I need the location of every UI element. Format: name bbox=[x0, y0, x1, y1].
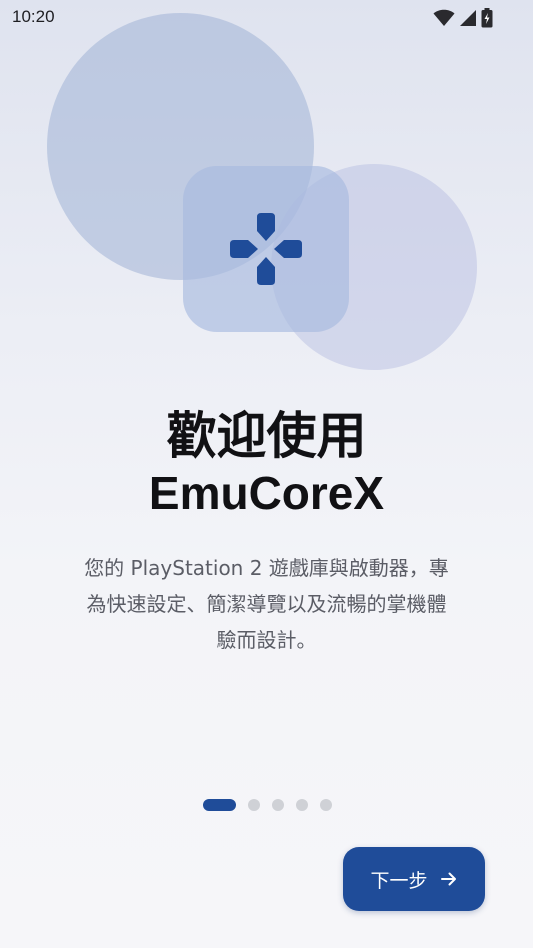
page-indicator bbox=[203, 799, 332, 811]
description-line: 驗而設計。 bbox=[216, 628, 317, 652]
page-dot bbox=[320, 799, 332, 811]
page-dot bbox=[296, 799, 308, 811]
description-line: 為快速設定、簡潔導覽以及流暢的掌機體 bbox=[86, 592, 447, 616]
hero-illustration bbox=[0, 0, 533, 380]
app-name-title: EmuCoreX bbox=[148, 467, 385, 519]
page-dot bbox=[272, 799, 284, 811]
page-dot-active bbox=[203, 799, 236, 811]
description-line: 您的 PlayStation 2 遊戲庫與啟動器，專 bbox=[84, 556, 449, 580]
app-icon-tile bbox=[183, 166, 349, 332]
next-button[interactable]: 下一步 bbox=[343, 847, 485, 911]
welcome-title: 歡迎使用 bbox=[166, 407, 367, 465]
arrow-right-icon bbox=[440, 872, 456, 886]
page-dot bbox=[248, 799, 260, 811]
welcome-description: 您的 PlayStation 2 遊戲庫與啟動器，專 為快速設定、簡潔導覽以及流… bbox=[50, 550, 483, 658]
next-button-label: 下一步 bbox=[370, 870, 428, 892]
gamepad-dpad-icon bbox=[230, 213, 302, 285]
